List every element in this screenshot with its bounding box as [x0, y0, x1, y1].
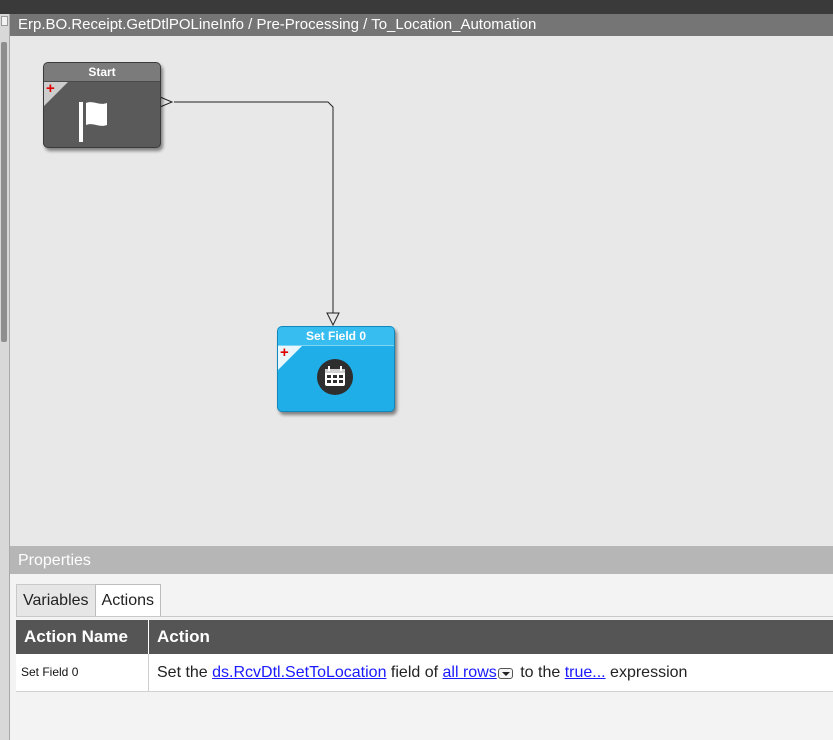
add-icon[interactable]: + — [46, 81, 55, 96]
add-icon[interactable]: + — [280, 345, 289, 360]
action-text: to the — [520, 664, 561, 681]
grid-header: Action Name Action — [16, 620, 833, 654]
set-field-node-title: Set Field 0 — [278, 327, 394, 346]
dropdown-icon[interactable] — [497, 668, 513, 679]
action-name-cell: Set Field 0 — [16, 654, 149, 691]
column-header-action[interactable]: Action — [149, 620, 833, 654]
set-field-node[interactable]: Set Field 0 + — [277, 326, 395, 412]
scrollbar-thumb[interactable] — [1, 42, 7, 342]
action-description-cell: Set the ds.RcvDtl.SetToLocation field of… — [149, 654, 833, 691]
tab-actions[interactable]: Actions — [94, 584, 161, 617]
column-header-action-name[interactable]: Action Name — [16, 620, 149, 654]
collapse-toggle[interactable] — [1, 16, 8, 26]
calendar-icon — [317, 359, 353, 395]
left-scrollbar[interactable] — [0, 14, 10, 740]
workflow-breadcrumb: Erp.BO.Receipt.GetDtlPOLineInfo / Pre-Pr… — [10, 14, 833, 36]
flag-icon — [79, 102, 107, 142]
start-node-title: Start — [44, 63, 160, 82]
rows-link[interactable]: all rows — [443, 664, 497, 681]
action-text: Set the — [157, 664, 208, 681]
field-link[interactable]: ds.RcvDtl.SetToLocation — [212, 664, 386, 681]
action-text: field of — [390, 664, 439, 681]
table-row[interactable]: Set Field 0 Set the ds.RcvDtl.SetToLocat… — [16, 654, 833, 692]
start-node[interactable]: Start + — [43, 62, 161, 148]
actions-grid: Action Name Action Set Field 0 Set the d… — [16, 620, 833, 692]
action-text: expression — [610, 664, 688, 681]
expression-link[interactable]: true... — [565, 664, 606, 681]
properties-panel: Variables Actions Action Name Action Set… — [10, 574, 833, 740]
properties-tabs: Variables Actions — [16, 584, 161, 617]
top-strip — [0, 0, 833, 14]
properties-header: Properties — [10, 546, 833, 574]
tab-variables[interactable]: Variables — [16, 584, 96, 616]
